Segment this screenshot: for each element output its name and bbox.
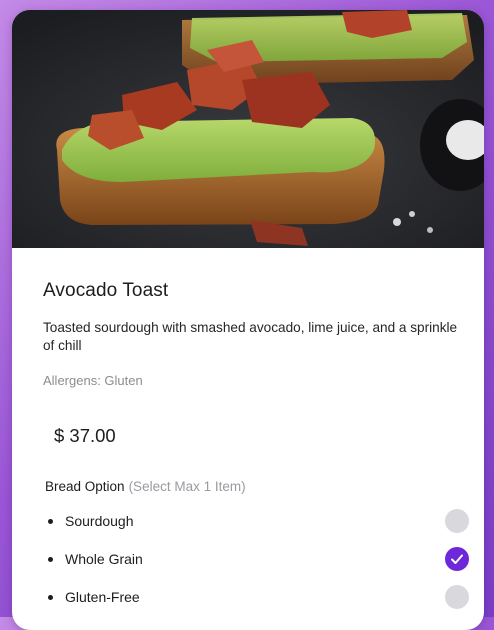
item-description: Toasted sourdough with smashed avocado, … xyxy=(43,320,458,353)
radio-button[interactable] xyxy=(445,509,469,533)
radio-button-checked[interactable] xyxy=(445,547,469,571)
radio-button[interactable] xyxy=(445,585,469,609)
option-whole-grain[interactable]: Whole Grain xyxy=(45,547,469,573)
option-gluten-free[interactable]: Gluten-Free xyxy=(45,585,469,611)
food-photo xyxy=(12,10,484,248)
option-label: Gluten-Free xyxy=(65,589,140,605)
item-price: $ 37.00 xyxy=(54,425,116,446)
check-icon xyxy=(451,554,463,564)
allergens-text: Allergens: Gluten xyxy=(43,373,143,388)
option-group-header: Bread Option (Select Max 1 Item) xyxy=(45,479,246,494)
menu-item-card: Avocado Toast Toasted sourdough with sma… xyxy=(12,10,484,630)
item-title: Avocado Toast xyxy=(43,280,169,301)
bullet-icon xyxy=(48,519,53,524)
option-sourdough[interactable]: Sourdough xyxy=(45,509,469,535)
bullet-icon xyxy=(48,595,53,600)
bullet-icon xyxy=(48,557,53,562)
option-label: Whole Grain xyxy=(65,551,143,567)
option-label: Sourdough xyxy=(65,513,134,529)
option-group-hint: (Select Max 1 Item) xyxy=(128,479,246,494)
option-group-title: Bread Option xyxy=(45,479,125,494)
